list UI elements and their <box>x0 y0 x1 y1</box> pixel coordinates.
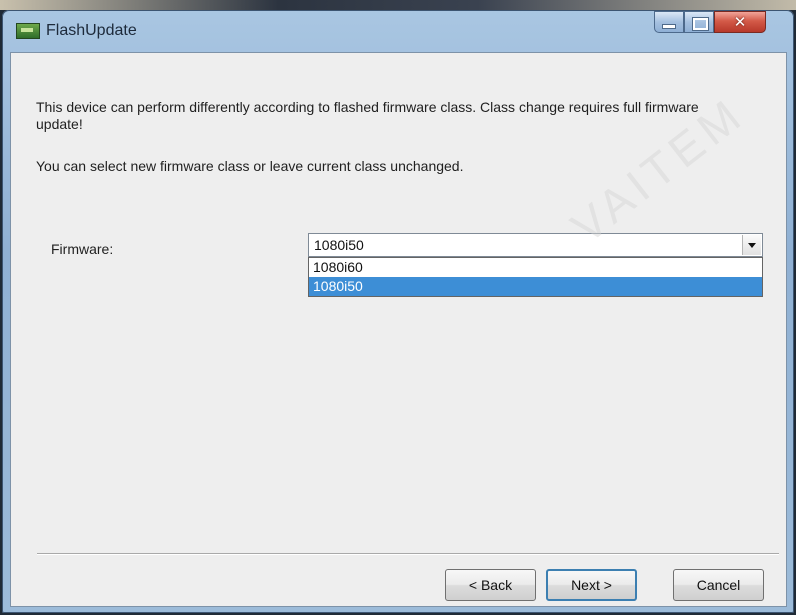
flashupdate-window: FlashUpdate ✕ This device can perform di… <box>2 10 794 613</box>
next-button[interactable]: Next > <box>546 569 637 601</box>
chevron-down-icon[interactable] <box>742 235 761 255</box>
cancel-button[interactable]: Cancel <box>673 569 764 601</box>
close-icon: ✕ <box>733 13 747 31</box>
firmware-label: Firmware: <box>51 241 114 257</box>
close-button[interactable]: ✕ <box>714 11 766 33</box>
minimize-button[interactable] <box>654 11 684 33</box>
back-button[interactable]: < Back <box>445 569 536 601</box>
desktop-backdrop <box>0 0 796 10</box>
window-title: FlashUpdate <box>46 22 137 39</box>
dialog-body: This device can perform differently acco… <box>10 52 787 607</box>
maximize-button[interactable] <box>684 11 714 33</box>
flash-update-icon <box>16 23 40 39</box>
description-text: This device can perform differently acco… <box>36 99 699 132</box>
minimize-icon <box>663 25 675 28</box>
firmware-combobox[interactable]: 1080i50 <box>308 233 763 257</box>
firmware-dropdown-list: 1080i60 1080i50 <box>308 257 763 297</box>
firmware-option-1080i50[interactable]: 1080i50 <box>309 277 762 296</box>
firmware-option-1080i60[interactable]: 1080i60 <box>309 258 762 277</box>
title-bar[interactable]: FlashUpdate ✕ <box>2 10 794 52</box>
firmware-selected-value: 1080i50 <box>314 237 364 253</box>
footer-divider <box>37 553 779 555</box>
maximize-icon <box>693 18 708 30</box>
